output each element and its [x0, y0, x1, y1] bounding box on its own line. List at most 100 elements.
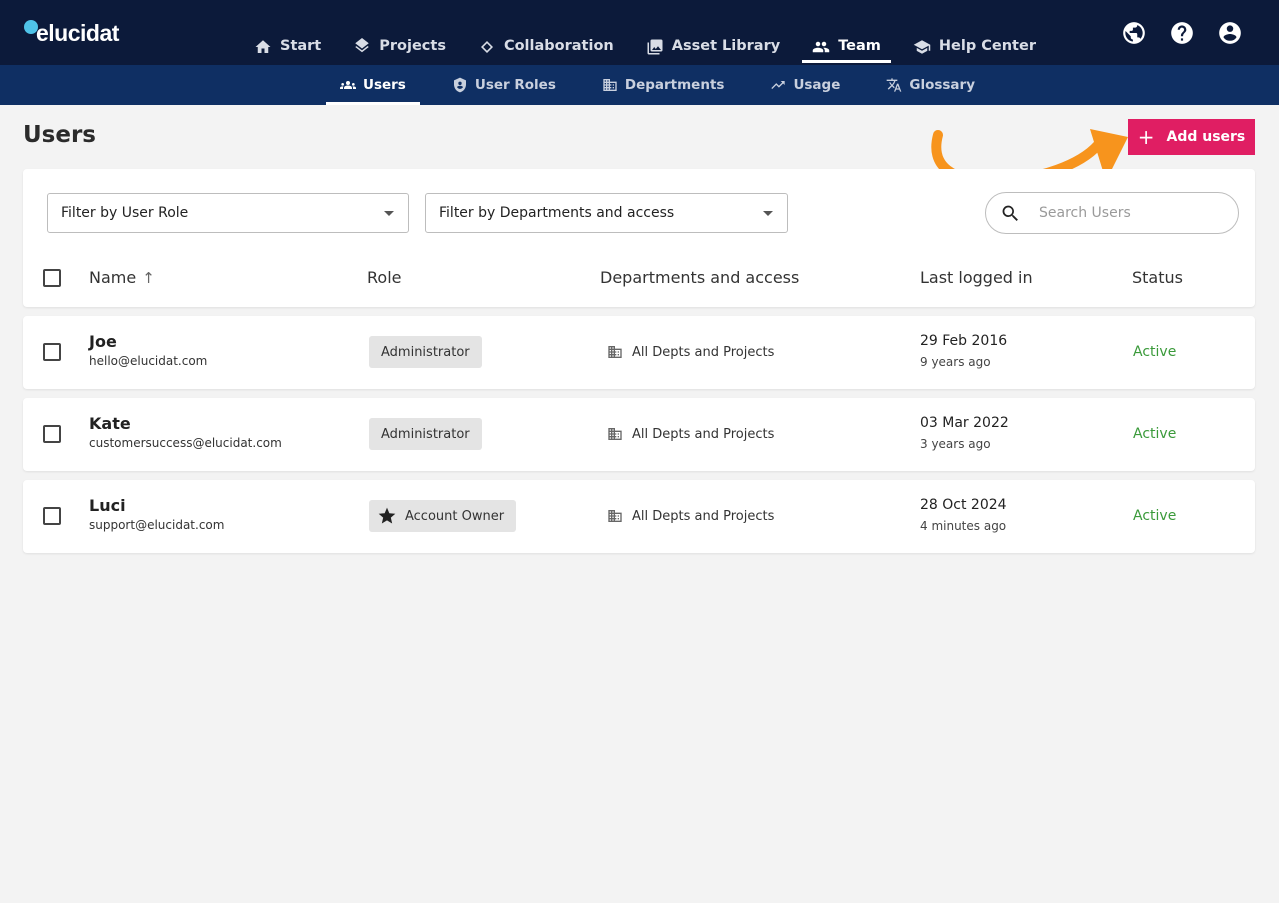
table-header: Name ↑ Role Departments and access Last l…	[23, 251, 1255, 307]
help-icon	[1171, 22, 1193, 44]
tab-label: User Roles	[474, 77, 556, 93]
last-login-relative: 9 years ago	[920, 355, 991, 369]
tab-users[interactable]: Users	[326, 65, 420, 105]
school-icon	[913, 40, 931, 54]
account-button[interactable]	[1217, 20, 1243, 46]
select-all-checkbox[interactable]	[43, 269, 61, 287]
top-right-icons	[1099, 20, 1243, 46]
user-email: customersuccess@elucidat.com	[89, 436, 282, 450]
team-sub-nav: Users User Roles Departments Usage Gloss…	[326, 65, 1007, 105]
tab-label: Glossary	[909, 77, 975, 93]
add-users-button[interactable]: + Add users	[1128, 119, 1255, 155]
shield-icon	[453, 77, 466, 93]
row-checkbox[interactable]	[43, 507, 61, 525]
page-title: Users	[23, 122, 96, 148]
user-email: support@elucidat.com	[89, 518, 225, 532]
user-name[interactable]: Kate	[89, 414, 131, 433]
last-login-relative: 3 years ago	[920, 437, 991, 451]
column-status-header: Status	[1132, 268, 1183, 287]
status-badge: Active	[1133, 508, 1177, 524]
building-icon	[608, 346, 622, 358]
departments-access: All Depts and Projects	[607, 344, 774, 360]
tab-label: Usage	[793, 77, 841, 93]
nav-item-label: Asset Library	[671, 38, 781, 54]
building-icon	[608, 428, 622, 440]
home-icon	[255, 40, 271, 53]
star-icon	[378, 507, 396, 524]
role-label: Administrator	[381, 344, 470, 360]
column-departments-header: Departments and access	[600, 268, 800, 287]
column-last-logged-in-header: Last logged in	[920, 268, 1033, 287]
sort-arrow-up-icon[interactable]: ↑	[142, 269, 155, 287]
role-label: Administrator	[381, 426, 470, 442]
top-navigation-bar: elucidat Start Projects Collaboration As…	[0, 0, 1279, 65]
last-login-date: 03 Mar 2022	[920, 415, 1009, 431]
handshake-icon	[480, 41, 493, 53]
tab-departments[interactable]: Departments	[588, 65, 739, 105]
nav-item-label: Projects	[379, 38, 446, 54]
table-row[interactable]: Luci support@elucidat.com Account Owner …	[23, 480, 1255, 553]
logo-dot	[24, 20, 38, 34]
table-row[interactable]: Joe hello@elucidat.com Administrator All…	[23, 316, 1255, 389]
chevron-down-icon	[384, 211, 394, 216]
building-icon	[603, 79, 617, 91]
departments-access: All Depts and Projects	[607, 508, 774, 524]
main-nav: Start Projects Collaboration Asset Libra…	[244, 28, 1058, 65]
nav-item-label: Help Center	[938, 38, 1036, 54]
search-box	[985, 192, 1239, 234]
globe-icon	[1123, 22, 1145, 44]
tab-user-roles[interactable]: User Roles	[438, 65, 570, 105]
departments-access: All Depts and Projects	[607, 426, 774, 442]
users-icon	[340, 81, 356, 89]
translate-icon	[887, 78, 902, 92]
nav-item-help-center[interactable]: Help Center	[903, 28, 1046, 65]
user-name[interactable]: Luci	[89, 496, 126, 515]
nav-item-label: Start	[280, 38, 322, 54]
departments-filter-label: Filter by Departments and access	[439, 205, 675, 221]
team-icon	[812, 41, 830, 53]
plus-icon: +	[1137, 125, 1155, 149]
nav-item-start[interactable]: Start	[244, 28, 331, 65]
user-role-filter[interactable]: Filter by User Role	[47, 193, 409, 233]
departments-label: All Depts and Projects	[632, 426, 775, 442]
nav-item-team[interactable]: Team	[802, 28, 891, 65]
column-role-header: Role	[367, 268, 402, 287]
language-button[interactable]	[1121, 20, 1147, 46]
status-badge: Active	[1133, 344, 1177, 360]
elucidat-logo[interactable]: elucidat	[22, 18, 119, 48]
account-icon	[1219, 22, 1241, 44]
images-icon	[647, 39, 663, 55]
status-badge: Active	[1133, 426, 1177, 442]
departments-label: All Depts and Projects	[632, 344, 775, 360]
last-login-date: 29 Feb 2016	[920, 333, 1008, 349]
role-badge: Administrator	[369, 336, 482, 368]
building-icon	[608, 510, 622, 522]
role-label: Account Owner	[405, 508, 505, 524]
role-badge: Administrator	[369, 418, 482, 450]
departments-filter[interactable]: Filter by Departments and access	[425, 193, 788, 233]
trend-icon	[771, 81, 786, 89]
last-login-date: 28 Oct 2024	[920, 497, 1007, 513]
last-login-relative: 4 minutes ago	[920, 519, 1007, 533]
row-checkbox[interactable]	[43, 343, 61, 361]
filter-card: Filter by User Role Filter by Department…	[23, 169, 1255, 307]
nav-item-label: Collaboration	[503, 38, 614, 54]
nav-item-asset-library[interactable]: Asset Library	[636, 28, 790, 65]
table-row[interactable]: Kate customersuccess@elucidat.com Admini…	[23, 398, 1255, 471]
nav-item-projects[interactable]: Projects	[343, 28, 456, 65]
tab-glossary[interactable]: Glossary	[872, 65, 989, 105]
departments-label: All Depts and Projects	[632, 508, 775, 524]
help-button[interactable]	[1169, 20, 1195, 46]
chevron-down-icon	[763, 211, 773, 216]
tab-usage[interactable]: Usage	[756, 65, 854, 105]
column-name-label: Name	[89, 268, 137, 287]
column-name-header[interactable]: Name ↑	[89, 268, 155, 287]
row-checkbox[interactable]	[43, 425, 61, 443]
role-badge: Account Owner	[369, 500, 517, 532]
add-users-label: Add users	[1166, 129, 1246, 145]
search-users-input[interactable]	[1039, 205, 1224, 221]
tab-label: Departments	[624, 77, 725, 93]
nav-item-label: Team	[838, 38, 881, 54]
nav-item-collaboration[interactable]: Collaboration	[468, 28, 624, 65]
user-name[interactable]: Joe	[89, 332, 117, 351]
